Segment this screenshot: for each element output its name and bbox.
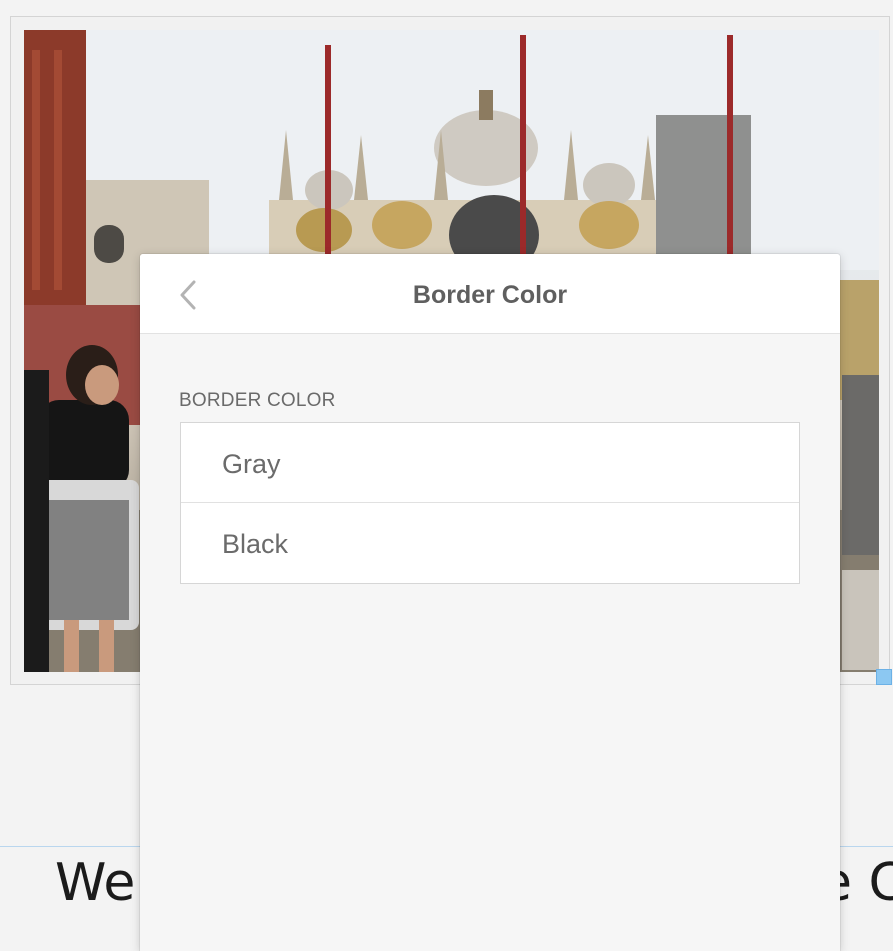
chevron-left-icon: [180, 280, 196, 310]
panel-header: Border Color: [140, 254, 840, 334]
option-label: Gray: [222, 449, 281, 479]
back-button[interactable]: [170, 276, 206, 312]
page-heading-text[interactable]: We: [55, 848, 135, 918]
panel-title: Border Color: [412, 281, 568, 309]
option-gray[interactable]: Gray: [181, 423, 799, 503]
option-label: Black: [222, 529, 289, 559]
option-black[interactable]: Black: [181, 503, 799, 583]
border-color-options-list: Gray Black: [180, 422, 800, 584]
border-color-panel: Border Color BORDER COLOR Gray Black: [140, 254, 840, 951]
section-label: BORDER COLOR: [179, 390, 336, 411]
resize-handle[interactable]: [876, 669, 892, 685]
